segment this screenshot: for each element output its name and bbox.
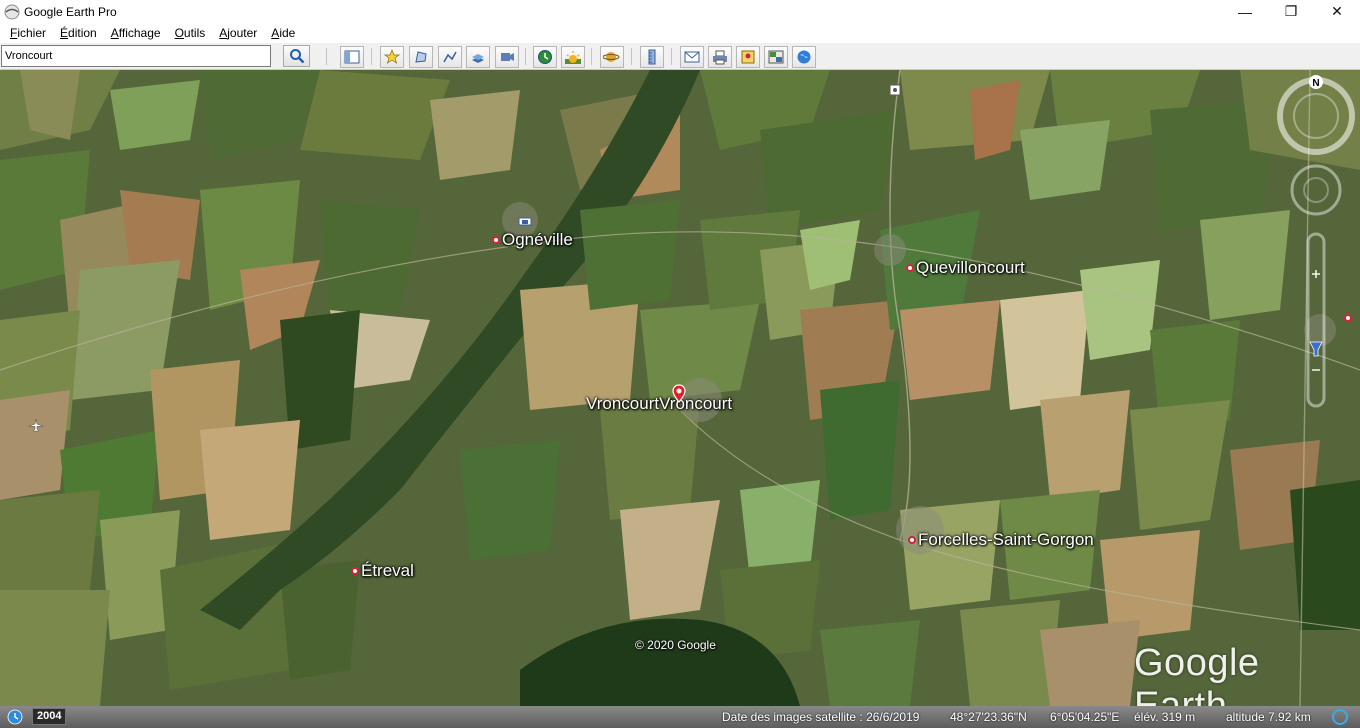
look-joystick[interactable] bbox=[1293, 93, 1339, 139]
google-maps-icon bbox=[768, 50, 784, 64]
elevation-readout: élév. 319 m bbox=[1134, 710, 1196, 724]
compass-ring[interactable] bbox=[1277, 77, 1355, 155]
place-label: Quevilloncourt bbox=[916, 258, 1025, 277]
move-joystick-center[interactable] bbox=[1303, 177, 1329, 203]
menu-aide[interactable]: Aide bbox=[264, 26, 302, 40]
search-input[interactable] bbox=[1, 45, 271, 67]
toolbar bbox=[0, 43, 1360, 70]
sidebar-toggle-button[interactable] bbox=[340, 46, 364, 68]
maximize-button[interactable]: ❐ bbox=[1268, 0, 1314, 23]
ruler-icon bbox=[648, 49, 656, 65]
toolbar-separator bbox=[525, 48, 526, 65]
placemark-icon bbox=[384, 49, 400, 64]
minimize-button[interactable]: — bbox=[1222, 0, 1268, 23]
imagery-year-badge[interactable]: 2004 bbox=[32, 708, 67, 725]
place-label: Ognéville bbox=[502, 230, 573, 249]
place-ogneville[interactable]: Ognéville bbox=[492, 230, 573, 250]
landmark-icon[interactable] bbox=[889, 84, 901, 96]
historical-imagery-button[interactable] bbox=[533, 46, 557, 68]
toolbar-separator bbox=[591, 48, 592, 65]
place-label: Forcelles-Saint-Gorgon bbox=[918, 530, 1094, 549]
street-view-pegman-icon[interactable] bbox=[1309, 341, 1323, 357]
longitude-readout: 6°05'04.25"E bbox=[1050, 710, 1120, 724]
email-button[interactable] bbox=[680, 46, 704, 68]
save-image-icon bbox=[741, 50, 755, 64]
title-bar: Google Earth Pro — ❐ ✕ bbox=[0, 0, 1360, 23]
add-polygon-button[interactable] bbox=[409, 46, 433, 68]
save-image-button[interactable] bbox=[736, 46, 760, 68]
record-tour-button[interactable] bbox=[495, 46, 519, 68]
toolbar-separator bbox=[631, 48, 632, 65]
map-view[interactable]: Ognéville Quevilloncourt Vroncourt Vronc… bbox=[0, 70, 1360, 706]
place-dot bbox=[351, 567, 359, 575]
menu-edition[interactable]: Édition bbox=[53, 26, 104, 40]
planets-button[interactable] bbox=[600, 46, 624, 68]
email-icon bbox=[684, 51, 700, 63]
place-vroncourt[interactable]: Vroncourt Vroncourt bbox=[586, 394, 732, 414]
google-maps-button[interactable] bbox=[764, 46, 788, 68]
window-title: Google Earth Pro bbox=[24, 4, 117, 19]
school-icon[interactable] bbox=[518, 215, 532, 227]
google-earth-logo: Google Earth bbox=[1134, 642, 1260, 706]
sunlight-button[interactable] bbox=[561, 46, 585, 68]
planets-icon bbox=[603, 52, 620, 62]
status-bar: 2004 Date des images satellite : 26/6/20… bbox=[0, 706, 1360, 728]
add-path-button[interactable] bbox=[438, 46, 462, 68]
search-result-pin-icon[interactable] bbox=[671, 384, 687, 404]
north-label: N bbox=[1312, 78, 1319, 89]
place-label: Étreval bbox=[361, 561, 414, 580]
menu-fichier[interactable]: Fichier bbox=[3, 26, 53, 40]
move-joystick[interactable] bbox=[1290, 164, 1342, 216]
search-button[interactable] bbox=[283, 45, 310, 67]
latitude-readout: 48°27'23.36"N bbox=[950, 710, 1027, 724]
place-forcelles-saint-gorgon[interactable]: Forcelles-Saint-Gorgon bbox=[908, 530, 1094, 550]
place-dot bbox=[908, 536, 916, 544]
earth-icon bbox=[797, 50, 811, 64]
imagery-date: Date des images satellite : 26/6/2019 bbox=[722, 710, 920, 724]
toolbar-separator bbox=[326, 48, 327, 65]
place-dot bbox=[492, 236, 500, 244]
zoom-slider[interactable] bbox=[1306, 232, 1326, 408]
google-earth-app-icon bbox=[4, 4, 20, 19]
close-button[interactable]: ✕ bbox=[1314, 0, 1360, 23]
search-icon bbox=[289, 49, 304, 64]
place-dot bbox=[906, 264, 914, 272]
historical-imagery-icon bbox=[538, 50, 552, 64]
airport-icon[interactable] bbox=[28, 418, 44, 432]
place-etreval[interactable]: Étreval bbox=[351, 561, 414, 581]
sidebar-icon bbox=[344, 50, 360, 64]
place-quevilloncourt[interactable]: Quevilloncourt bbox=[906, 258, 1025, 278]
altitude-readout: altitude 7.92 km bbox=[1226, 710, 1311, 724]
place-label: Vroncourt bbox=[586, 394, 660, 413]
toolbar-separator bbox=[371, 48, 372, 65]
image-overlay-icon bbox=[472, 54, 484, 63]
ruler-button[interactable] bbox=[640, 46, 664, 68]
sunlight-icon bbox=[565, 51, 581, 64]
record-tour-icon bbox=[501, 53, 514, 61]
navigation-controls[interactable]: N bbox=[1276, 74, 1356, 414]
earth-view-button[interactable] bbox=[792, 46, 816, 68]
polygon-icon bbox=[415, 51, 427, 63]
path-icon bbox=[443, 51, 457, 63]
menu-outils[interactable]: Outils bbox=[168, 26, 213, 40]
place-dot-offscreen[interactable] bbox=[1344, 314, 1352, 322]
streaming-status-icon bbox=[1332, 709, 1348, 725]
menu-bar: Fichier Édition Affichage Outils Ajouter… bbox=[0, 23, 1360, 43]
print-button[interactable] bbox=[708, 46, 732, 68]
add-image-overlay-button[interactable] bbox=[466, 46, 490, 68]
print-icon bbox=[713, 50, 727, 65]
add-placemark-button[interactable] bbox=[380, 46, 404, 68]
menu-affichage[interactable]: Affichage bbox=[104, 26, 168, 40]
historical-imagery-clock-icon[interactable] bbox=[7, 709, 23, 725]
imagery-copyright: © 2020 Google bbox=[635, 638, 716, 652]
menu-ajouter[interactable]: Ajouter bbox=[212, 26, 264, 40]
toolbar-separator bbox=[671, 48, 672, 65]
